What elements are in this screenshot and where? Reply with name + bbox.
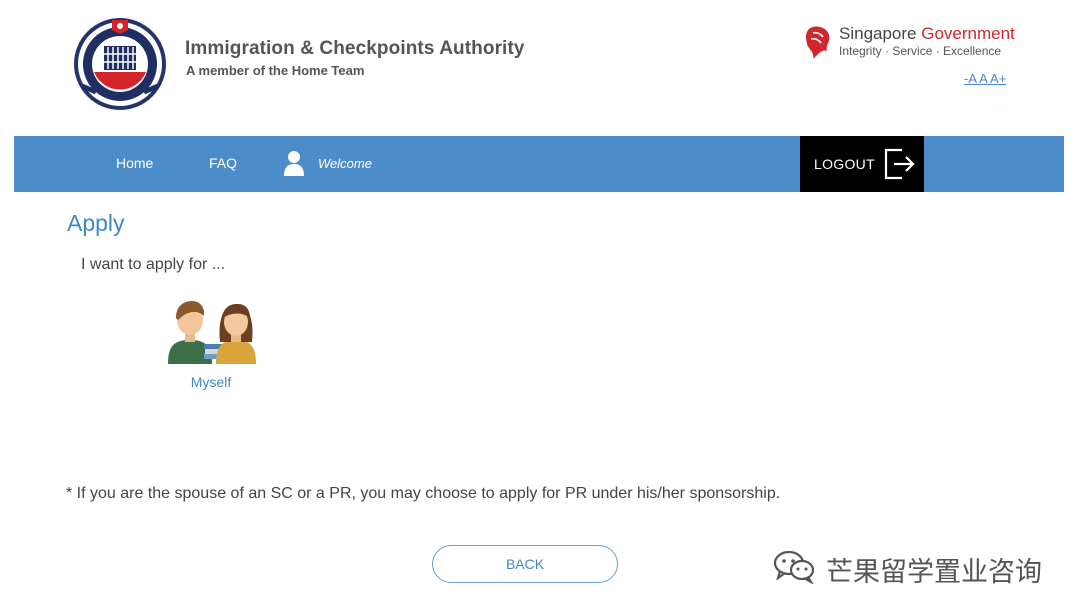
sg-gov-title: Singapore Government (839, 24, 1015, 44)
nav-home[interactable]: Home (116, 155, 153, 171)
logout-label: LOGOUT (814, 156, 875, 172)
logout-icon (884, 148, 915, 180)
ica-crest-icon (74, 18, 166, 110)
org-name: Immigration & Checkpoints Authority (185, 38, 525, 59)
sg-gov-prefix: Singapore (839, 24, 922, 43)
user-icon (284, 151, 304, 176)
watermark-text: 芒果留学置业咨询 (826, 557, 1042, 588)
nav-faq[interactable]: FAQ (209, 155, 237, 171)
sg-gov-tagline: Integrity · Service · Excellence (839, 44, 1002, 58)
logout-button[interactable]: LOGOUT (800, 136, 924, 192)
sg-gov-suffix: Government (921, 24, 1015, 43)
welcome-text: Welcome (318, 156, 372, 171)
page-title: Apply (67, 210, 125, 236)
spouse-note: * If you are the spouse of an SC or a PR… (66, 485, 781, 502)
option-myself[interactable]: Myself (160, 298, 262, 398)
apply-prompt: I want to apply for ... (81, 256, 226, 273)
org-subtitle: A member of the Home Team (186, 63, 365, 78)
wechat-icon (773, 550, 815, 584)
option-label: Myself (190, 374, 232, 390)
applicants-illustration-icon (168, 301, 256, 364)
main-nav: Home FAQ Welcome LOGOUT (14, 136, 1064, 192)
back-button[interactable]: BACK (432, 545, 618, 583)
font-size-control[interactable]: -A A A+ (964, 71, 1006, 86)
singapore-lion-icon (805, 26, 830, 59)
site-header: Immigration & Checkpoints Authority A me… (0, 0, 1080, 136)
